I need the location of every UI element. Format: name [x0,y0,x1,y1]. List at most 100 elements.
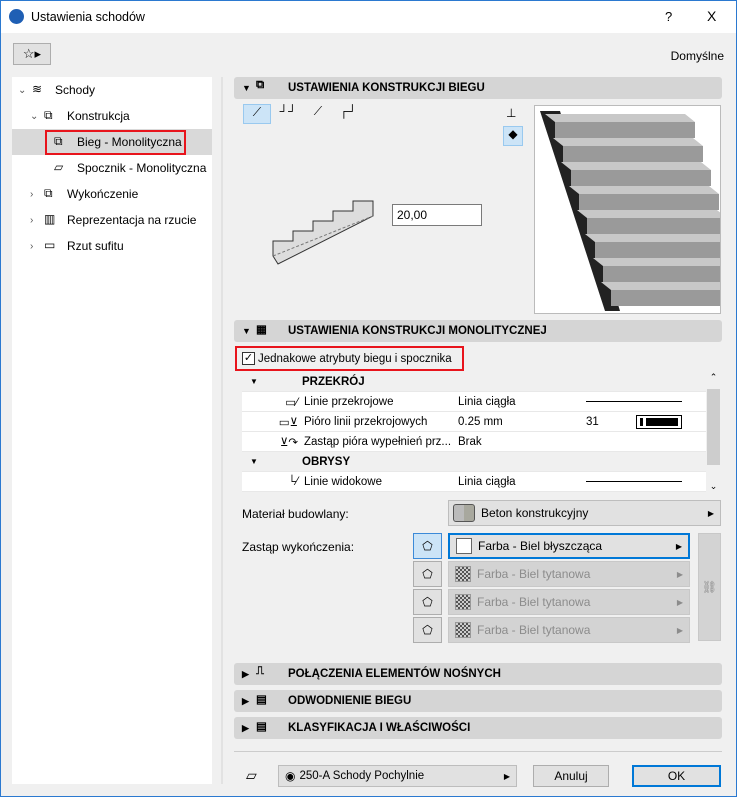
row-value: 0.25 mm [458,415,503,428]
footer-divider [234,751,722,752]
section-classification-header[interactable]: ▶ ▤ KLASYFIKACJA I WŁAŚCIWOŚCI [234,717,722,739]
stair-type-1-button[interactable]: ⟋ [243,104,271,124]
tree-item-wykonczenie[interactable]: › ⧉ Wykończenie [30,181,138,207]
stairs-icon: ≋ [32,82,43,96]
pen-icon: ▭⊻ [278,416,298,429]
3d-view-button[interactable]: ◆ [503,126,523,146]
stair-type-2-button[interactable]: ┘┘ [275,104,301,124]
finish-value: Farba - Biel błyszcząca [478,539,603,553]
row-label: Linie widokowe [304,475,382,488]
scroll-thumb[interactable] [707,389,720,465]
floor-anchor-icon[interactable]: ⊥ [506,106,516,120]
step-tread [553,138,703,146]
tree-label: Rzut sufitu [67,239,124,253]
table-row[interactable]: ▭⁄ Linie przekrojowe Linia ciągła [242,392,706,412]
step-riser [595,242,720,258]
layer-icon: ▱ [246,767,257,783]
view-line-icon: └⁄ [287,475,298,488]
stair-type-4-button[interactable]: ┌┘ [335,104,361,124]
tree-item-rzut-sufitu[interactable]: › ▭ Rzut sufitu [30,233,124,259]
finish-dropdown-2[interactable]: Farba - Biel tytanowa ▶ [448,561,690,587]
table-row[interactable]: ⊻↷ Zastąp pióra wypełnień prz... Brak [242,432,706,452]
landing-icon: ▱ [54,160,64,174]
finish-edge-button[interactable]: ⬠ [413,589,442,615]
close-button[interactable]: X [707,8,716,24]
layer-dropdown[interactable]: ◉ 250-A Schody Pochylnie ▶ [278,765,517,787]
step-tread [593,258,720,266]
row-label: Pióro linii przekrojowych [304,415,428,428]
row-value: Linia ciągła [458,395,516,408]
material-dropdown[interactable]: Beton konstrukcyjny ▶ [448,500,721,526]
monolithic-icon: ▦ [256,324,267,336]
table-scrollbar[interactable]: ⌃ ⌄ [706,372,721,492]
step-riser [611,290,720,306]
same-attributes-checkbox-row[interactable]: ✓ Jednakowe atrybuty biegu i spocznika [235,346,464,371]
finish-bottom-button[interactable]: ⬠ [413,617,442,643]
stair-type-3-button[interactable]: ⟋ [305,104,331,124]
finish-top-button[interactable]: ⬠ [413,533,442,559]
step-riser [587,218,720,234]
layer-value: 250-A Schody Pochylnie [299,770,425,782]
section-run-header[interactable]: ▼ ⧉ USTAWIENIA KONSTRUKCJI BIEGU [234,77,722,99]
stair-star-icon: ☆▸ [22,46,42,61]
angle-input[interactable] [392,204,482,226]
finish-dropdown-4[interactable]: Farba - Biel tytanowa ▶ [448,617,690,643]
finish-dropdown-3[interactable]: Farba - Biel tytanowa ▶ [448,589,690,615]
pen-swatch[interactable] [636,414,682,429]
group-przekroj[interactable]: ▼ PRZEKRÓJ [242,372,706,392]
pattern-swatch-icon [455,594,471,610]
finish-value: Farba - Biel tytanowa [477,595,591,609]
help-button[interactable]: ? [665,9,672,24]
finish-dropdown-1[interactable]: Farba - Biel błyszcząca ▶ [448,533,690,559]
stair-3d-preview [534,105,721,314]
finish-value: Farba - Biel tytanowa [477,623,591,637]
settings-tree: ⌄ ≋ Schody ⌄ ⧉ Konstrukcja ⧉ Bieg - Monolityc… [12,77,212,784]
group-obrysy[interactable]: ▼ OBRYSY [242,452,706,472]
finish-value: Farba - Biel tytanowa [477,567,591,581]
line-preview [586,481,682,482]
line-preview [586,401,682,402]
window-title: Ustawienia schodów [31,10,145,24]
ok-button[interactable]: OK [632,765,721,787]
structure-icon: ⧉ [44,108,53,122]
section-title: POŁĄCZENIA ELEMENTÓW NOŚNYCH [288,668,501,680]
section-title: ODWODNIENIE BIEGU [288,695,412,707]
favorites-button[interactable]: ☆▸ [13,43,51,65]
finish-icon: ⧉ [44,186,53,200]
concrete-swatch-icon [453,504,475,522]
link-finishes-button[interactable]: ⛓ [698,533,721,641]
checkbox[interactable]: ✓ [242,352,255,365]
tree-item-spocznik[interactable]: ▱ Spocznik - Monolityczna [54,155,206,181]
tree-label: Konstrukcja [67,109,130,123]
material-value: Beton konstrukcyjny [481,506,589,520]
table-row[interactable]: ▭⊻ Pióro linii przekrojowych 0.25 mm 31 [242,412,706,432]
step-riser [603,266,720,282]
tree-label: Schody [55,83,96,97]
tree-item-schody[interactable]: ⌄ ≋ Schody [18,77,95,103]
step-tread [601,282,720,290]
tree-item-konstrukcja[interactable]: ⌄ ⧉ Konstrukcja [30,103,130,129]
row-value: Linia ciągła [458,475,516,488]
attributes-table: ▼ PRZEKRÓJ ▭⁄ Linie przekrojowe Linia ciągł… [242,372,706,492]
tree-item-reprezentacja[interactable]: › ▥ Reprezentacja na rzucie [30,207,196,233]
section-connections-header[interactable]: ▶ ⎍ POŁĄCZENIA ELEMENTÓW NOŚNYCH [234,663,722,685]
material-label: Materiał budowlany: [242,507,349,521]
checkbox-label: Jednakowe atrybuty biegu i spocznika [258,352,452,365]
table-row[interactable]: └⁄ Linie widokowe Linia ciągła [242,472,706,492]
finish-label: Zastąp wykończenia: [242,540,355,554]
white-swatch-icon [456,538,472,554]
finish-side-button[interactable]: ⬠ [413,561,442,587]
stair-type-options: ⟋ ┘┘ ⟋ ┌┘ [243,104,361,124]
group-label: PRZEKRÓJ [302,375,365,388]
row-label: Linie przekrojowe [304,395,394,408]
drainage-icon: ▤ [256,694,267,706]
step-riser [579,194,719,210]
pattern-swatch-icon [455,566,471,582]
section-monolithic-header[interactable]: ▼ ▦ USTAWIENIA KONSTRUKCJI MONOLITYCZNEJ [234,320,722,342]
tree-item-bieg-selected[interactable]: ⧉ Bieg - Monolityczna [12,129,212,155]
title-bar: Ustawienia schodów ? X [1,1,736,33]
cancel-button[interactable]: Anuluj [533,765,609,787]
section-drainage-header[interactable]: ▶ ▤ ODWODNIENIE BIEGU [234,690,722,712]
stair-profile-diagram [272,200,374,265]
panel-splitter[interactable] [221,77,223,784]
